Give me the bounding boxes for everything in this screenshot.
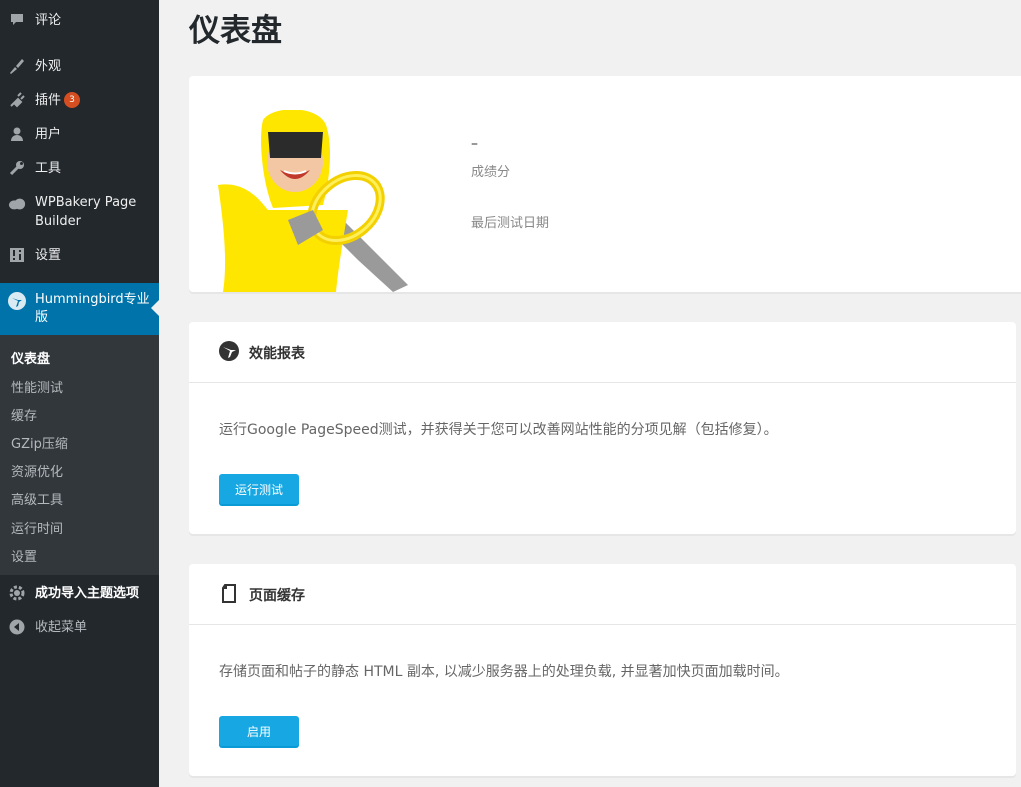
settings-sliders-icon xyxy=(8,246,26,264)
menu-item-tools[interactable]: 工具 xyxy=(0,158,159,178)
menu-item-users[interactable]: 用户 xyxy=(0,124,159,144)
gear-icon xyxy=(8,584,26,602)
hero-illustration xyxy=(218,109,413,296)
menu-item-label: 插件 xyxy=(35,92,62,108)
summary-card: – 成绩分 最后测试日期 xyxy=(189,76,1021,292)
hummingbird-icon xyxy=(7,291,27,315)
menu-item-label-line2: Builder xyxy=(35,214,81,229)
update-count-badge: 3 xyxy=(64,92,81,108)
page-title: 仪表盘 xyxy=(189,13,282,49)
menu-item-appearance[interactable]: 外观 xyxy=(0,56,159,76)
menu-item-hummingbird[interactable]: Hummingbird专业 版 xyxy=(0,283,159,335)
menu-item-label: WPBakery Page xyxy=(35,195,137,210)
menu-item-collapse[interactable]: 收起菜单 xyxy=(0,617,159,637)
collapse-icon xyxy=(8,618,26,636)
menu-item-label: 收起菜单 xyxy=(35,619,88,635)
run-test-button[interactable]: 运行测试 xyxy=(219,474,299,504)
card-title: 效能报表 xyxy=(249,346,305,362)
performance-report-card: 效能报表 运行Google PageSpeed测试，并获得关于您可以改善网站性能… xyxy=(189,322,1016,534)
enable-button[interactable]: 启用 xyxy=(219,716,299,746)
user-icon xyxy=(8,125,26,143)
hummingbird-icon xyxy=(218,340,240,362)
menu-item-label: 用户 xyxy=(35,126,62,142)
menu-item-label: 设置 xyxy=(35,247,62,263)
page-icon xyxy=(218,582,240,604)
card-title: 页面缓存 xyxy=(249,588,305,604)
menu-item-comments[interactable]: 评论 xyxy=(0,10,159,30)
card-header: 效能报表 xyxy=(189,322,1016,383)
cloud-icon xyxy=(8,195,26,213)
menu-item-label: 外观 xyxy=(35,58,62,74)
menu-item-wpbakery[interactable]: WPBakery Page Builder xyxy=(0,193,159,233)
menu-item-label: 工具 xyxy=(35,160,62,176)
plugin-icon xyxy=(8,91,26,109)
submenu-item-advanced-tools[interactable]: 高级工具 xyxy=(11,489,63,508)
submenu-item-asset-optimization[interactable]: 资源优化 xyxy=(11,461,63,480)
submenu-item-settings[interactable]: 设置 xyxy=(11,546,37,565)
comment-icon xyxy=(8,11,26,29)
card-description: 运行Google PageSpeed测试，并获得关于您可以改善网站性能的分项见解… xyxy=(219,422,778,438)
menu-item-plugins[interactable]: 插件 3 xyxy=(0,90,159,110)
submenu-item-uptime[interactable]: 运行时间 xyxy=(11,518,63,537)
menu-item-theme-import[interactable]: 成功导入主题选项 xyxy=(0,583,159,603)
score-value: – xyxy=(471,136,478,152)
last-test-date-label: 最后测试日期 xyxy=(471,216,550,231)
active-indicator-arrow xyxy=(151,300,159,316)
submenu-item-gzip[interactable]: GZip压缩 xyxy=(11,433,68,452)
submenu-item-caching[interactable]: 缓存 xyxy=(11,405,37,424)
menu-item-label: 成功导入主题选项 xyxy=(35,585,140,601)
brush-icon xyxy=(8,57,26,75)
submenu-item-dashboard[interactable]: 仪表盘 xyxy=(11,348,50,367)
menu-item-label-line2: 版 xyxy=(35,310,49,325)
score-label: 成绩分 xyxy=(471,165,511,180)
wrench-icon xyxy=(8,159,26,177)
menu-item-label: 评论 xyxy=(35,12,62,28)
card-description: 存储页面和帖子的静态 HTML 副本, 以减少服务器上的处理负载, 并显著加快页… xyxy=(219,664,789,680)
hummingbird-submenu: 仪表盘 性能测试 缓存 GZip压缩 资源优化 高级工具 运行时间 设置 xyxy=(0,335,159,575)
admin-sidebar: 评论 外观 插件 3 用户 工具 WPBakery Page Builder 设… xyxy=(0,0,159,787)
menu-item-settings[interactable]: 设置 xyxy=(0,245,159,265)
page-cache-card: 页面缓存 存储页面和帖子的静态 HTML 副本, 以减少服务器上的处理负载, 并… xyxy=(189,564,1016,776)
card-header: 页面缓存 xyxy=(189,564,1016,625)
menu-item-label: Hummingbird专业 xyxy=(35,292,150,307)
submenu-item-performance[interactable]: 性能测试 xyxy=(11,377,63,396)
